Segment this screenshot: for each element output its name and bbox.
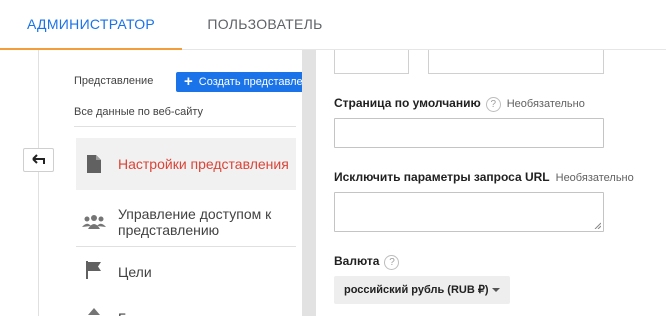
- document-icon: [82, 152, 106, 176]
- back-button[interactable]: [23, 148, 54, 172]
- divider: [76, 246, 296, 247]
- help-icon[interactable]: ?: [485, 97, 501, 112]
- top-tab-bar: АДМИНИСТРАТОР ПОЛЬЗОВАТЕЛЬ: [0, 0, 666, 50]
- partial-input[interactable]: [428, 50, 604, 74]
- sidebar-item-label: Управление доступом к представлению: [118, 206, 272, 238]
- people-icon: [82, 210, 106, 234]
- sidebar-item-view-settings[interactable]: Настройки представления: [76, 138, 296, 190]
- help-icon[interactable]: ?: [384, 255, 400, 270]
- create-view-button[interactable]: + Создать представление: [176, 72, 302, 92]
- flag-icon: [82, 258, 106, 282]
- divider: [74, 126, 296, 127]
- tab-administrator[interactable]: АДМИНИСТРАТОР: [0, 0, 182, 50]
- view-row: Представление + Создать представление: [74, 70, 302, 94]
- plus-icon: +: [184, 73, 193, 90]
- default-page-title: Страница по умолчанию? Необязательно: [334, 96, 585, 112]
- exclude-params-textarea[interactable]: [334, 192, 604, 232]
- default-page-label: Страница по умолчанию: [334, 96, 481, 110]
- sidebar-item-label: Г: [118, 310, 126, 316]
- view-label: Представление: [74, 75, 154, 87]
- view-name: Все данные по веб-сайту: [74, 106, 204, 118]
- optional-label: Необязательно: [555, 172, 634, 184]
- exclude-params-label: Исключить параметры запроса URL: [334, 170, 550, 184]
- currency-value: российский рубль (RUB ₽): [344, 284, 489, 296]
- sidebar-item-access-management[interactable]: Управление доступом к представлению: [76, 202, 296, 244]
- sidebar-item-partial[interactable]: Г: [76, 300, 296, 316]
- view-settings-sidebar: Представление + Создать представление Все…: [64, 50, 302, 316]
- partial-input[interactable]: [334, 50, 409, 74]
- sidebar-item-label: Настройки представления: [118, 156, 289, 172]
- create-view-label: Создать представление: [198, 76, 302, 88]
- back-arrow-icon: [31, 151, 46, 169]
- sidebar-item-label: Цели: [118, 264, 152, 280]
- view-settings-form: Страница по умолчанию? Необязательно Искл…: [316, 50, 666, 316]
- back-column-line: [38, 50, 39, 316]
- currency-select[interactable]: российский рубль (RUB ₽): [334, 276, 510, 304]
- tab-user[interactable]: ПОЛЬЗОВАТЕЛЬ: [190, 0, 340, 50]
- exclude-params-title: Исключить параметры запроса URL Необязате…: [334, 170, 634, 184]
- default-page-input[interactable]: [334, 118, 604, 148]
- sidebar-item-goals[interactable]: Цели: [76, 254, 296, 286]
- chevron-down-icon: [492, 288, 500, 292]
- resize-grip-icon[interactable]: [594, 222, 601, 229]
- arrows-icon: [82, 302, 106, 316]
- panel-divider-scrollbar[interactable]: [302, 50, 316, 316]
- optional-label: Необязательно: [506, 98, 585, 110]
- currency-title: Валюта?: [334, 254, 400, 270]
- currency-label: Валюта: [334, 254, 380, 268]
